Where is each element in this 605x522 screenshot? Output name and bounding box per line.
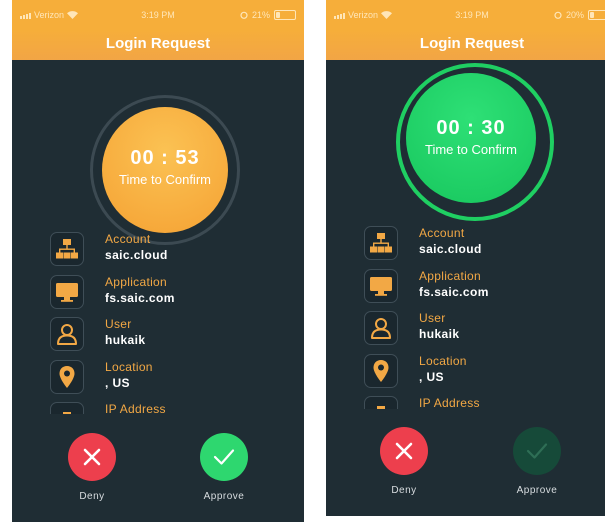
- check-icon: [213, 449, 235, 465]
- detail-account: Account saic.cloud: [12, 228, 304, 271]
- close-icon: [395, 442, 413, 460]
- user-icon: [364, 311, 398, 345]
- status-bar: Verizon 3:19 PM 20%: [326, 0, 605, 30]
- map-pin-icon: [50, 359, 84, 394]
- user-value: hukaik: [105, 333, 146, 347]
- application-label: Application: [105, 274, 168, 289]
- detail-user: User hukaik: [12, 313, 304, 356]
- phone-screen-2: Verizon 3:19 PM 20% Login Request 00 : 3…: [326, 0, 605, 516]
- alarm-icon: [554, 11, 562, 19]
- location-label: Location: [419, 353, 467, 368]
- status-bar: Verizon 3:19 PM 21%: [12, 0, 304, 30]
- approve-label: Approve: [516, 485, 558, 496]
- request-details[interactable]: Account saic.cloud Application fs.saic.c…: [12, 228, 304, 414]
- location-value: , US: [419, 369, 444, 384]
- battery-percent: 21%: [251, 10, 270, 20]
- detail-location: Location , US: [326, 350, 605, 393]
- user-label: User: [105, 317, 132, 331]
- countdown-timer: 00 : 30 Time to Confirm: [406, 73, 536, 203]
- request-details[interactable]: Account saic.cloud Application fs.saic.c…: [326, 222, 605, 409]
- user-icon: [50, 317, 84, 351]
- approve-label: Approve: [203, 491, 245, 502]
- detail-ip: IP Address: [12, 398, 304, 414]
- account-value: saic.cloud: [419, 242, 482, 256]
- countdown-label: Time to Confirm: [425, 142, 517, 157]
- deny-button[interactable]: [68, 433, 116, 481]
- battery-icon: [274, 10, 296, 20]
- application-value: fs.saic.com: [105, 290, 175, 305]
- approve-button[interactable]: [200, 433, 248, 481]
- deny-label: Deny: [79, 491, 105, 502]
- detail-account: Account saic.cloud: [326, 222, 605, 265]
- detail-ip: IP Address: [326, 392, 605, 409]
- detail-application: Application fs.saic.com: [326, 265, 605, 308]
- user-label: User: [419, 311, 446, 325]
- map-pin-icon: [364, 353, 398, 388]
- close-icon: [83, 448, 101, 466]
- check-icon: [526, 443, 548, 459]
- approve-button[interactable]: [513, 427, 561, 475]
- countdown-value: 00 : 30: [436, 117, 506, 139]
- ip-label: IP Address: [419, 396, 480, 409]
- page-title: Login Request: [326, 30, 605, 60]
- monitor-icon: [364, 268, 398, 303]
- account-label: Account: [105, 232, 151, 246]
- countdown-label: Time to Confirm: [119, 172, 211, 187]
- user-value: hukaik: [419, 327, 460, 341]
- location-value: , US: [105, 375, 130, 390]
- battery-icon: [588, 10, 605, 20]
- deny-label: Deny: [391, 485, 417, 496]
- deny-button[interactable]: [380, 427, 428, 475]
- application-label: Application: [419, 268, 482, 283]
- countdown-value: 00 : 53: [130, 147, 200, 169]
- org-chart-icon: [364, 226, 398, 260]
- page-title: Login Request: [12, 30, 304, 60]
- detail-application: Application fs.saic.com: [12, 271, 304, 314]
- detail-user: User hukaik: [326, 307, 605, 350]
- network-icon: [364, 396, 398, 409]
- location-label: Location: [105, 359, 153, 374]
- countdown-timer: 00 : 53 Time to Confirm: [102, 107, 228, 233]
- phone-screen-1: Verizon 3:19 PM 21% Login Request 00 : 5…: [12, 0, 304, 522]
- account-label: Account: [419, 226, 465, 240]
- account-value: saic.cloud: [105, 248, 168, 262]
- alarm-icon: [240, 11, 248, 19]
- network-icon: [50, 402, 84, 414]
- org-chart-icon: [50, 232, 84, 266]
- detail-location: Location , US: [12, 356, 304, 399]
- battery-percent: 20%: [565, 10, 584, 20]
- application-value: fs.saic.com: [419, 284, 489, 299]
- ip-label: IP Address: [105, 402, 166, 414]
- monitor-icon: [50, 274, 84, 309]
